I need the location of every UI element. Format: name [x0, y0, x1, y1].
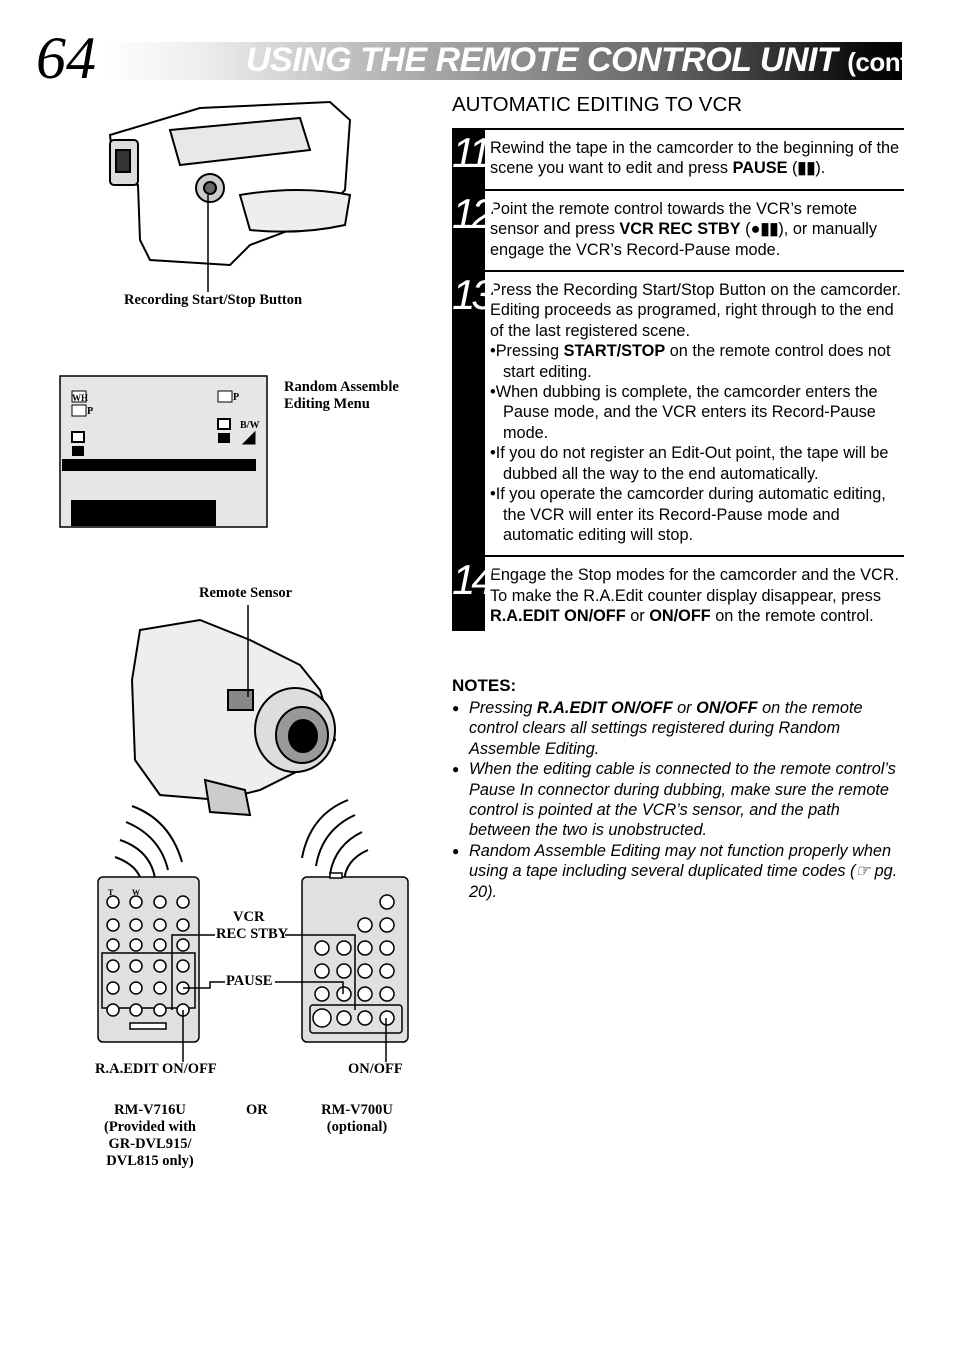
t-key-label: T [108, 888, 114, 897]
remote-sensor-label: Remote Sensor [199, 585, 293, 601]
wh-icon: WH [72, 393, 89, 403]
pause-label: PAUSE [226, 973, 273, 989]
caption-line: GR-DVL915/ [108, 1136, 192, 1152]
or-label: OR [246, 1102, 268, 1118]
bw-icon: B/W [240, 420, 260, 431]
caption-line: RM-V716U [114, 1102, 186, 1118]
remote1-caption: RM-V716U (Provided with GR-DVL915/ DVL81… [80, 1102, 220, 1170]
remote-rm-v716u [97, 876, 200, 1043]
w-key-label: W [132, 888, 140, 897]
caption-line: DVL815 only) [106, 1153, 194, 1169]
caption-line: RM-V700U [321, 1102, 393, 1118]
caption-line: (Provided with [104, 1119, 196, 1135]
menu-label-line1: Random Assemble [284, 379, 399, 395]
onoff-label: ON/OFF [348, 1061, 403, 1077]
remote2-caption: RM-V700U (optional) [297, 1102, 417, 1136]
vcr-label: VCR [233, 909, 265, 925]
menu-label-line2: Editing Menu [284, 396, 370, 412]
caption-line: (optional) [326, 1119, 388, 1135]
camcorder-illustration [108, 100, 352, 267]
rec-stby-label: REC STBY [216, 926, 289, 942]
rec-button-label: Recording Start/Stop Button [124, 292, 303, 308]
raedit-label: R.A.EDIT ON/OFF [95, 1061, 217, 1077]
p-icon-right: P [233, 392, 240, 403]
manual-page: 64 USING THE REMOTE CONTROL UNIT (cont.) … [0, 0, 954, 1355]
p-icon: P [87, 406, 94, 417]
camcorder-front-illustration [130, 618, 337, 817]
